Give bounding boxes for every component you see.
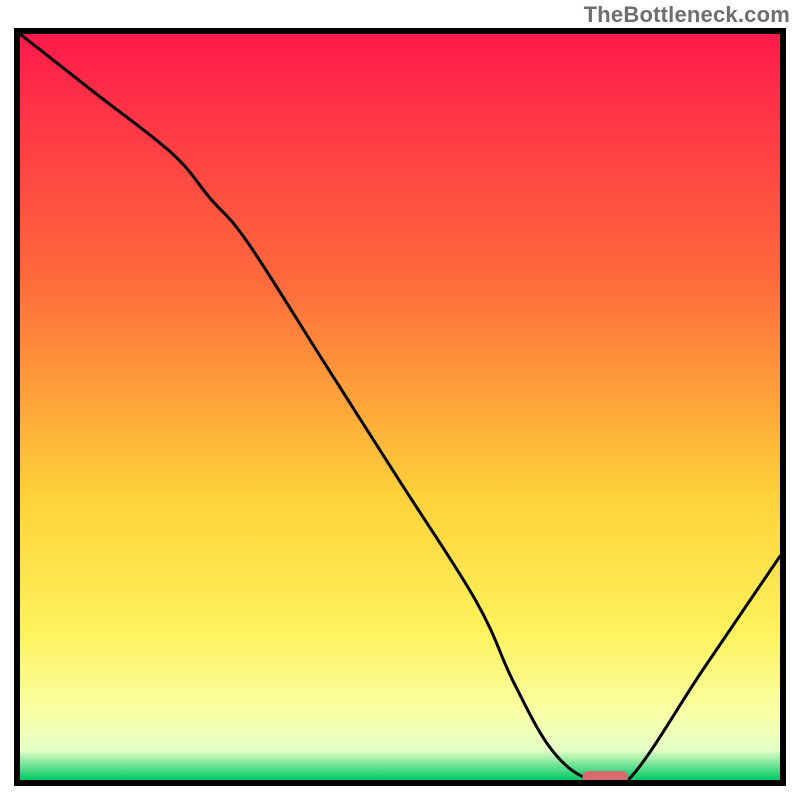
gradient-background (20, 34, 780, 780)
chart-frame: TheBottleneck.com (0, 0, 800, 800)
attribution-label: TheBottleneck.com (584, 2, 790, 28)
plot-area (14, 28, 786, 786)
bottleneck-chart (14, 28, 786, 786)
